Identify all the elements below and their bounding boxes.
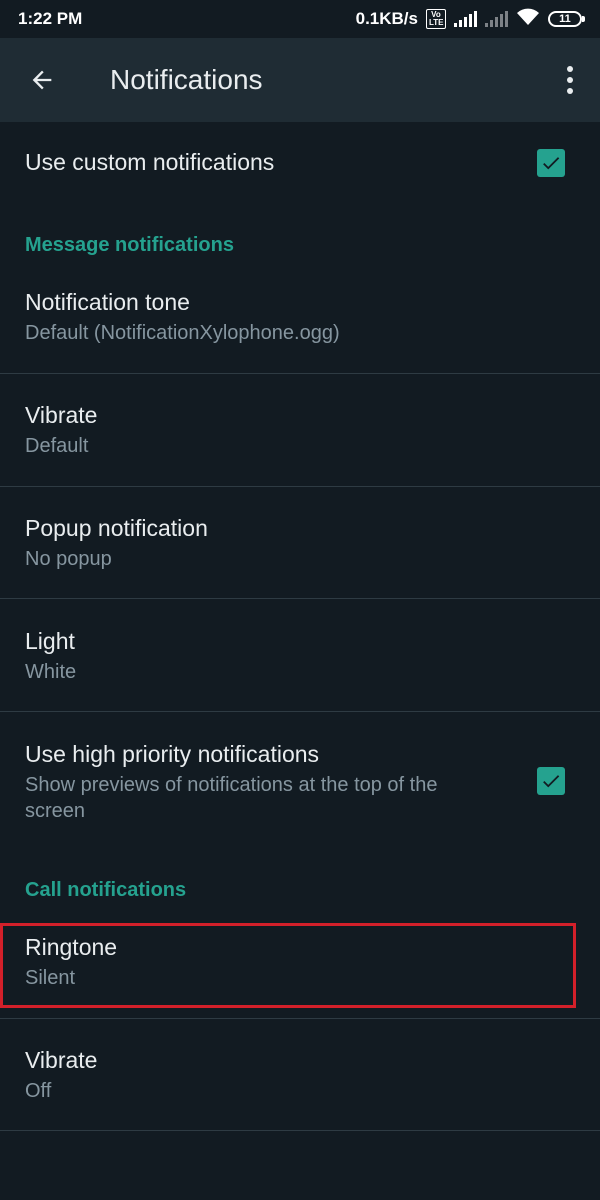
call-vibrate-row[interactable]: Vibrate Off bbox=[0, 1046, 600, 1104]
custom-notifications-checkbox[interactable] bbox=[537, 149, 565, 177]
divider bbox=[0, 1130, 600, 1131]
popup-notification-value: No popup bbox=[25, 548, 112, 570]
high-priority-checkbox[interactable] bbox=[537, 767, 565, 795]
call-vibrate-value: Off bbox=[25, 1080, 52, 1102]
message-notifications-header: Message notifications bbox=[25, 234, 234, 256]
back-button[interactable] bbox=[24, 62, 60, 98]
status-icons: 0.1KB/s Vo LTE 11 bbox=[355, 8, 585, 31]
high-priority-row[interactable]: Use high priority notifications Show pre… bbox=[0, 740, 600, 824]
vibrate-row[interactable]: Vibrate Default bbox=[0, 401, 600, 459]
signal-no-service-icon bbox=[485, 11, 508, 27]
app-bar: Notifications bbox=[0, 38, 600, 122]
status-bar: 1:22 PM 0.1KB/s Vo LTE 11 bbox=[0, 0, 600, 38]
popup-notification-row[interactable]: Popup notification No popup bbox=[0, 514, 600, 572]
signal-icon bbox=[454, 11, 477, 27]
light-label: Light bbox=[25, 628, 75, 654]
more-options-button[interactable] bbox=[560, 62, 580, 98]
divider bbox=[0, 373, 600, 374]
divider bbox=[0, 486, 600, 487]
divider bbox=[0, 598, 600, 599]
notification-tone-label: Notification tone bbox=[25, 289, 190, 315]
check-icon bbox=[543, 157, 560, 170]
vibrate-label: Vibrate bbox=[25, 402, 98, 428]
arrow-back-icon bbox=[32, 70, 52, 90]
more-vert-icon bbox=[567, 66, 573, 72]
vibrate-value: Default bbox=[25, 435, 89, 457]
highlight-annotation bbox=[0, 923, 576, 1008]
divider bbox=[0, 711, 600, 712]
wifi-icon bbox=[516, 8, 540, 31]
volte-icon: Vo LTE bbox=[426, 9, 446, 29]
divider bbox=[0, 1018, 600, 1019]
notification-tone-value: Default (NotificationXylophone.ogg) bbox=[25, 322, 340, 344]
page-title: Notifications bbox=[110, 64, 263, 95]
notification-tone-row[interactable]: Notification tone Default (NotificationX… bbox=[0, 288, 600, 346]
status-time: 1:22 PM bbox=[18, 9, 83, 28]
light-row[interactable]: Light White bbox=[0, 627, 600, 685]
popup-notification-label: Popup notification bbox=[25, 515, 208, 541]
check-icon bbox=[543, 775, 560, 788]
net-speed: 0.1KB/s bbox=[355, 9, 418, 28]
battery-icon: 11 bbox=[548, 11, 585, 27]
high-priority-label: Use high priority notifications bbox=[25, 741, 320, 767]
call-notifications-header: Call notifications bbox=[25, 879, 187, 901]
light-value: White bbox=[25, 661, 77, 683]
high-priority-description: Show previews of notifications at the to… bbox=[25, 774, 438, 822]
custom-notifications-row[interactable]: Use custom notifications bbox=[0, 148, 600, 176]
call-vibrate-label: Vibrate bbox=[25, 1047, 98, 1073]
custom-notifications-label: Use custom notifications bbox=[25, 149, 275, 175]
battery-level: 11 bbox=[559, 13, 571, 25]
